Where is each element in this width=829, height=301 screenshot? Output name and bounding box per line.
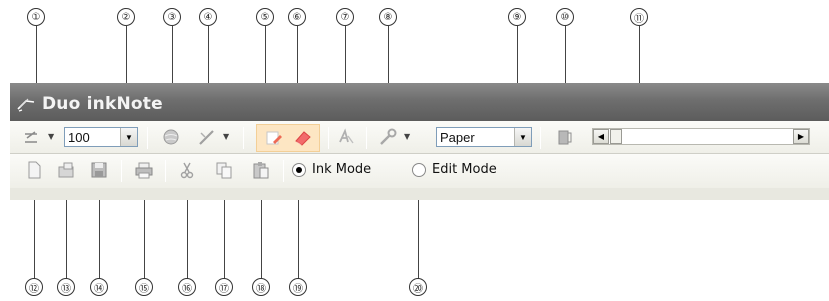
- separator: [165, 160, 166, 182]
- callout-16: ⑯: [178, 278, 196, 296]
- file-toolbar: Ink Mode Edit Mode: [10, 154, 829, 188]
- title-bar: Duo inkNote: [10, 83, 829, 121]
- eraser-tool-button[interactable]: [264, 127, 284, 147]
- pen-style-button[interactable]: [22, 127, 42, 147]
- callout-3: ③: [163, 8, 181, 26]
- text-recognition-icon: [339, 128, 354, 144]
- printer-icon: [135, 162, 153, 179]
- color-button[interactable]: [161, 127, 181, 147]
- callout-12: ⑫: [25, 278, 43, 296]
- separator: [328, 127, 329, 149]
- paper-combo[interactable]: Paper ▼: [436, 127, 532, 147]
- callout-4: ④: [199, 8, 217, 26]
- open-button[interactable]: [56, 160, 76, 180]
- page-scrollbar[interactable]: ◀ ▶: [592, 128, 810, 145]
- paper-dropdown-button[interactable]: ▼: [514, 128, 531, 146]
- new-document-icon: [28, 161, 41, 179]
- ink-mode-label[interactable]: Ink Mode: [312, 162, 371, 177]
- page-icon: [558, 130, 572, 145]
- callout-13: ⑬: [57, 278, 75, 296]
- eraser-tool-icon: [266, 131, 282, 145]
- separator: [147, 127, 148, 149]
- line-tool-button[interactable]: [197, 127, 217, 147]
- edit-mode-label[interactable]: Edit Mode: [432, 162, 497, 177]
- callout-19: ⑲: [289, 278, 307, 296]
- callout-5: ⑤: [256, 8, 274, 26]
- scroll-right-button[interactable]: ▶: [793, 129, 809, 144]
- callout-11: ⑪: [630, 8, 648, 26]
- callout-2: ②: [117, 8, 135, 26]
- toolbar-bottom-strip: [10, 188, 829, 200]
- settings-dropdown-arrow[interactable]: ▼: [404, 132, 410, 141]
- settings-button[interactable]: [378, 127, 398, 147]
- cut-button[interactable]: [177, 160, 197, 180]
- wrench-icon: [380, 128, 397, 145]
- line-tool-icon: [199, 130, 214, 145]
- edit-mode-radio[interactable]: [412, 163, 426, 177]
- callout-8: ⑧: [379, 8, 397, 26]
- callout-18: ⑱: [252, 278, 270, 296]
- pen-style-icon: [25, 131, 37, 143]
- callout-17: ⑰: [215, 278, 233, 296]
- callout-15: ⑮: [135, 278, 153, 296]
- callout-20: ⑳: [409, 278, 427, 296]
- zoom-dropdown-button[interactable]: ▼: [120, 128, 137, 146]
- page-button[interactable]: [555, 127, 575, 147]
- app-window: Duo inkNote ▼ 100 ▼ ▼ ▼ Paper ▼ ◀ ▶ Ink …: [10, 83, 829, 200]
- separator: [283, 160, 284, 182]
- copy-button[interactable]: [214, 160, 234, 180]
- ink-mode-radio[interactable]: [292, 163, 306, 177]
- scroll-thumb[interactable]: [610, 129, 622, 144]
- scroll-left-button[interactable]: ◀: [593, 129, 609, 144]
- save-icon: [91, 162, 107, 178]
- callout-7: ⑦: [336, 8, 354, 26]
- text-recognition-button[interactable]: [336, 127, 356, 147]
- window-title: Duo inkNote: [42, 94, 163, 114]
- zoom-combo[interactable]: 100 ▼: [64, 127, 138, 147]
- eraser-icon: [295, 131, 311, 146]
- save-button[interactable]: [89, 160, 109, 180]
- line-tool-dropdown-arrow[interactable]: ▼: [223, 132, 229, 141]
- paper-value: Paper: [440, 129, 475, 145]
- ink-mode-radio-dot: [296, 167, 302, 173]
- callout-10: ⑩: [556, 8, 574, 26]
- zoom-value: 100: [68, 129, 90, 145]
- pen-style-dropdown-arrow[interactable]: ▼: [48, 132, 54, 141]
- separator: [121, 160, 122, 182]
- paste-icon: [253, 162, 269, 179]
- separator: [540, 127, 541, 149]
- pen-icon: [17, 98, 35, 112]
- eraser-button[interactable]: [293, 127, 313, 147]
- callout-6: ⑥: [288, 8, 306, 26]
- separator: [243, 127, 244, 149]
- paste-button[interactable]: [251, 160, 271, 180]
- main-toolbar: ▼ 100 ▼ ▼ ▼ Paper ▼ ◀ ▶: [10, 121, 829, 154]
- globe-icon: [163, 129, 179, 145]
- copy-icon: [216, 162, 232, 179]
- new-button[interactable]: [24, 160, 44, 180]
- callout-14: ⑭: [90, 278, 108, 296]
- callout-1: ①: [27, 8, 45, 26]
- callout-9: ⑨: [508, 8, 526, 26]
- scissors-icon: [180, 162, 194, 179]
- open-icon: [58, 162, 74, 178]
- print-button[interactable]: [134, 160, 154, 180]
- separator: [366, 127, 367, 149]
